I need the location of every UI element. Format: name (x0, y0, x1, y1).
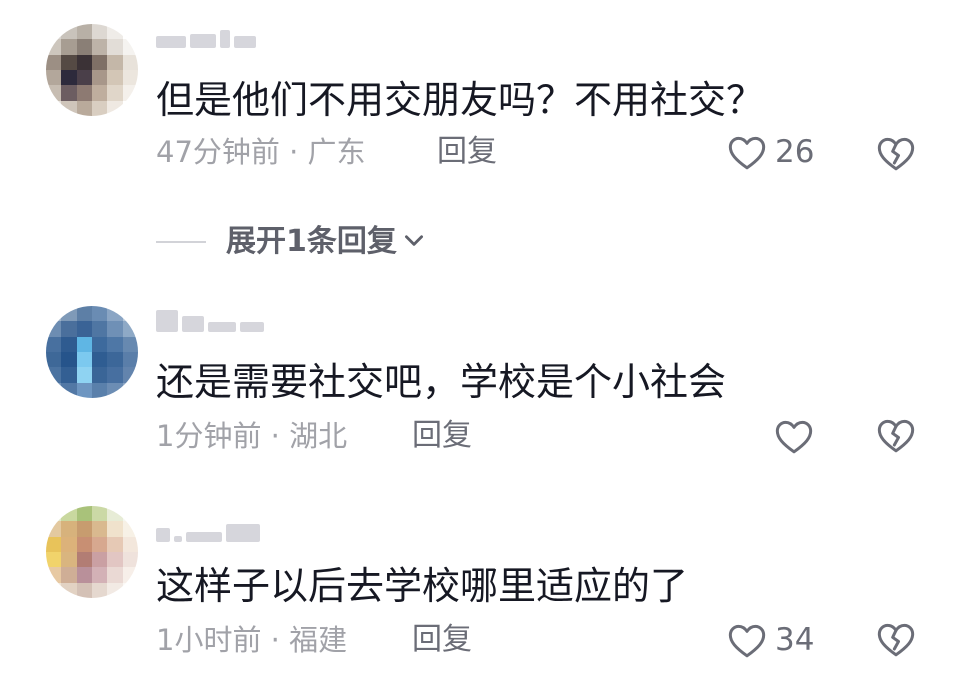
heart-outline-icon (727, 621, 767, 659)
comment-text: 但是他们不用交朋友吗？不用社交？ (156, 78, 765, 122)
chevron-down-icon (397, 227, 427, 257)
username-blurred[interactable] (156, 306, 264, 332)
like-button[interactable] (774, 416, 822, 456)
reply-button[interactable]: 回复 (412, 418, 472, 454)
avatar[interactable] (46, 506, 138, 598)
heart-outline-icon (774, 417, 814, 455)
comment-meta: 1分钟前 · 湖北 (156, 419, 348, 453)
like-count: 34 (775, 622, 815, 658)
comment-meta: 47分钟前 · 广东 (156, 135, 366, 169)
comment-meta: 1小时前 · 福建 (156, 623, 348, 657)
comment-text: 还是需要社交吧，学校是个小社会 (156, 360, 727, 404)
comment-text: 这样子以后去学校哪里适应的了 (156, 564, 689, 608)
reply-button[interactable]: 回复 (412, 622, 472, 658)
like-count: 26 (775, 134, 815, 170)
reply-button[interactable]: 回复 (437, 134, 497, 170)
broken-heart-icon (876, 620, 916, 658)
avatar[interactable] (46, 24, 138, 116)
dislike-button[interactable] (876, 620, 916, 660)
expand-replies-label: 展开1条回复 (226, 224, 397, 259)
expand-replies-button[interactable]: 展开1条回复 (156, 222, 427, 262)
dislike-button[interactable] (876, 416, 916, 456)
like-button[interactable]: 26 (727, 132, 814, 172)
divider (156, 241, 206, 243)
heart-outline-icon (727, 133, 767, 171)
username-blurred[interactable] (156, 22, 256, 48)
username-blurred[interactable] (156, 516, 260, 542)
like-button[interactable]: 34 (727, 620, 814, 660)
avatar[interactable] (46, 306, 138, 398)
broken-heart-icon (876, 416, 916, 454)
broken-heart-icon (876, 134, 916, 172)
dislike-button[interactable] (876, 134, 916, 174)
